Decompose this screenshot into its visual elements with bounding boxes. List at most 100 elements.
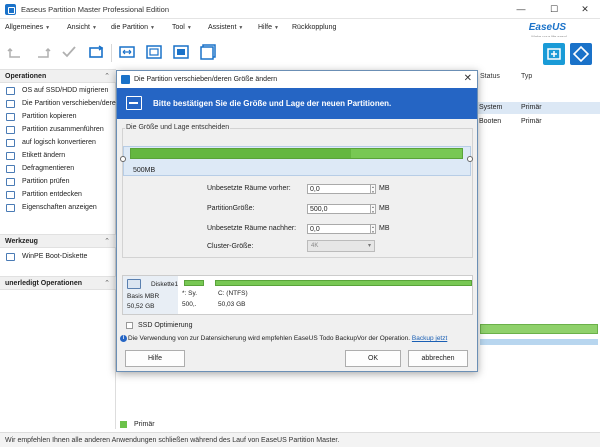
app-logo-icon bbox=[5, 4, 16, 15]
merge-icon bbox=[6, 126, 15, 134]
resize-handle-left[interactable] bbox=[120, 156, 126, 162]
close-window-button[interactable]: ✕ bbox=[578, 3, 592, 15]
dialog-close-icon[interactable]: ✕ bbox=[464, 73, 472, 84]
partition-used-fill bbox=[131, 149, 351, 158]
merge-partition-icon[interactable] bbox=[172, 43, 190, 61]
collapse-icon[interactable]: ⌃ bbox=[104, 72, 110, 80]
dialog-banner: Bitte bestätigen Sie die Größe und Lage … bbox=[117, 88, 477, 119]
before-space-stepper[interactable]: ▲ ▼ bbox=[371, 184, 376, 194]
op-convert-logical[interactable]: auf logisch konvertieren bbox=[0, 137, 116, 149]
tool-label: WinPE Boot-Diskette bbox=[22, 253, 88, 260]
tools-section-header[interactable]: Werkzeug ⌃ bbox=[0, 234, 116, 248]
op-copy-partition[interactable]: Partition kopieren bbox=[0, 111, 116, 123]
apply-check-icon[interactable] bbox=[60, 43, 78, 61]
op-resize-partition[interactable]: Die Partition verschieben/deren Größe än… bbox=[0, 98, 165, 110]
op-check-partition[interactable]: Partition prüfen bbox=[0, 176, 116, 188]
menu-tool[interactable]: Tool ▼ bbox=[172, 24, 192, 31]
ssd-optimization-checkbox[interactable] bbox=[126, 322, 133, 329]
backup-now-link[interactable]: Backup jetzt bbox=[412, 335, 447, 342]
partition-size-input[interactable]: 500,0 bbox=[307, 204, 371, 214]
minimize-button[interactable]: — bbox=[514, 3, 528, 15]
unit-label: MB bbox=[379, 185, 390, 192]
column-type[interactable]: Typ bbox=[521, 73, 532, 80]
tool-winpe[interactable]: WinPE Boot-Diskette bbox=[0, 251, 116, 263]
collapse-icon[interactable]: ⌃ bbox=[104, 237, 110, 245]
disk-info-panel[interactable]: Diskette1 Basis MBR 50,52 GB bbox=[123, 276, 178, 314]
redo-icon[interactable] bbox=[34, 43, 52, 61]
winpe-icon bbox=[6, 253, 15, 261]
op-merge-partition[interactable]: Partition zusammenführen bbox=[0, 124, 116, 136]
migrate-os-icon bbox=[6, 87, 15, 95]
partition1-size: 500,. bbox=[182, 301, 197, 308]
op-label: Partition zusammenführen bbox=[22, 126, 104, 133]
op-properties[interactable]: Eigenschaften anzeigen bbox=[0, 202, 116, 214]
label-icon bbox=[6, 152, 15, 160]
op-migrate-os[interactable]: OS auf SSD/HDD migrieren bbox=[0, 85, 116, 97]
unit-label: MB bbox=[379, 225, 390, 232]
cluster-size-select[interactable]: 4K ▾ bbox=[307, 240, 375, 252]
op-explore-partition[interactable]: Partition entdecken bbox=[0, 189, 116, 201]
op-change-label[interactable]: Etikett ändern bbox=[0, 150, 116, 162]
op-label: Eigenschaften anzeigen bbox=[22, 204, 97, 211]
menu-ansicht[interactable]: Ansicht ▼ bbox=[67, 24, 97, 31]
info-message: Die Verwendung von zur Datensicherung wi… bbox=[128, 335, 411, 342]
operations-section-header[interactable]: Operationen ⌃ bbox=[0, 69, 116, 83]
partition-size-stepper[interactable]: ▲ ▼ bbox=[371, 204, 376, 214]
resize-arrows-icon bbox=[126, 96, 142, 110]
partition-resize-bar[interactable] bbox=[130, 148, 463, 159]
collapse-icon[interactable]: ⌃ bbox=[104, 279, 110, 287]
menu-rueckkopplung[interactable]: Rückkopplung bbox=[292, 24, 336, 31]
after-space-stepper[interactable]: ▲ ▼ bbox=[371, 224, 376, 234]
migrate-tool-icon[interactable] bbox=[570, 43, 592, 65]
check-icon bbox=[6, 178, 15, 186]
menu-die-partition[interactable]: die Partition ▼ bbox=[111, 24, 155, 31]
disk-icon bbox=[127, 279, 141, 289]
defrag-icon bbox=[6, 165, 15, 173]
refresh-icon[interactable] bbox=[87, 43, 105, 61]
column-status[interactable]: Status bbox=[480, 73, 500, 80]
pending-section-header[interactable]: unerledigt Operationen ⌃ bbox=[0, 276, 116, 290]
menu-assistent[interactable]: Assistent ▼ bbox=[208, 24, 243, 31]
disk-partition-bar[interactable] bbox=[480, 324, 598, 334]
dialog-app-icon bbox=[121, 75, 130, 84]
partition-size-label: 500MB bbox=[133, 167, 156, 174]
disk-partition-bar-secondary[interactable] bbox=[480, 339, 598, 345]
copy-partition-icon[interactable] bbox=[145, 43, 163, 61]
left-sidebar: Operationen ⌃ OS auf SSD/HDD migrieren D… bbox=[0, 69, 165, 429]
op-label: Partition kopieren bbox=[22, 113, 77, 120]
status-text: Wir empfehlen Ihnen alle anderen Anwendu… bbox=[5, 437, 340, 444]
row-status: System bbox=[479, 104, 503, 111]
op-label: OS auf SSD/HDD migrieren bbox=[22, 87, 109, 94]
backup-tool-icon[interactable] bbox=[543, 43, 565, 65]
help-button[interactable]: Hilfe bbox=[125, 350, 185, 367]
after-space-input[interactable]: 0,0 bbox=[307, 224, 371, 234]
undo-icon[interactable] bbox=[6, 43, 24, 61]
resize-handle-right[interactable] bbox=[467, 156, 473, 162]
ssd-optimization-label: SSD Optimierung bbox=[138, 322, 193, 329]
partition1-bar[interactable] bbox=[184, 280, 204, 286]
resize-partition-icon[interactable] bbox=[118, 43, 136, 61]
partition2-bar[interactable] bbox=[215, 280, 472, 286]
cluster-size-value: 4K bbox=[311, 243, 319, 249]
row-type: Primär bbox=[521, 104, 542, 111]
op-defragment[interactable]: Defragmentieren bbox=[0, 163, 116, 175]
properties-icon bbox=[6, 204, 15, 212]
operations-title: Operationen bbox=[5, 73, 47, 80]
resize-partition-dialog: Die Partition verschieben/deren Größe än… bbox=[116, 70, 478, 372]
ok-button[interactable]: OK bbox=[345, 350, 401, 367]
format-partition-icon[interactable] bbox=[199, 43, 217, 61]
pending-title: unerledigt Operationen bbox=[5, 280, 83, 287]
cancel-button[interactable]: abbrechen bbox=[408, 350, 468, 367]
menu-allgemeines[interactable]: Allgemeines ▼ bbox=[5, 24, 50, 31]
disk-size: 50,52 GB bbox=[127, 303, 155, 310]
legend-primary-swatch bbox=[120, 421, 127, 428]
maximize-button[interactable]: ☐ bbox=[547, 3, 561, 15]
op-label: Etikett ändern bbox=[22, 152, 66, 159]
copy-icon bbox=[6, 113, 15, 121]
before-space-input[interactable]: 0,0 bbox=[307, 184, 371, 194]
legend-primary-label: Primär bbox=[134, 421, 155, 428]
row-type: Primär bbox=[521, 118, 542, 125]
partition1-label: *: Sy. bbox=[182, 290, 198, 297]
menu-hilfe[interactable]: Hilfe ▼ bbox=[258, 24, 279, 31]
menu-bar: Allgemeines ▼ Ansicht ▼ die Partition ▼ Too… bbox=[0, 19, 600, 37]
